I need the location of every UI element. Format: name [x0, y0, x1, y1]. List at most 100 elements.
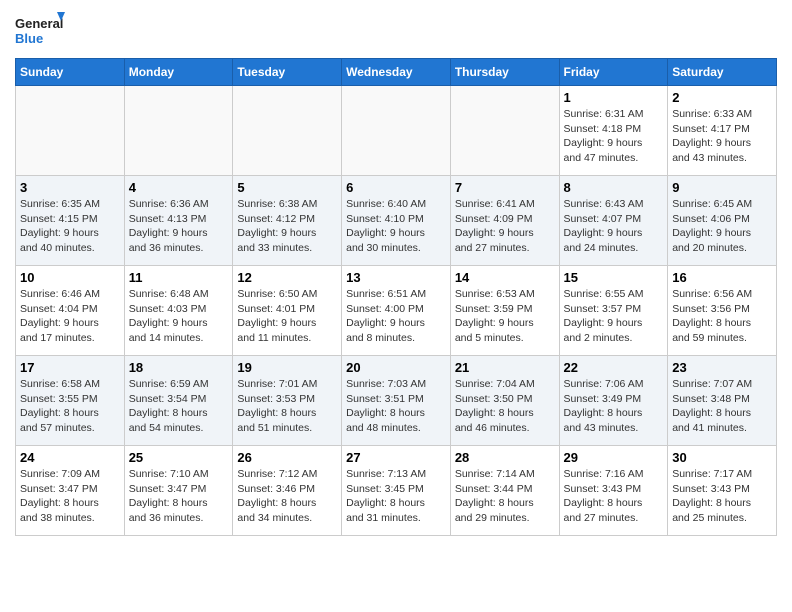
calendar-cell: 18 Sunrise: 6:59 AM Sunset: 3:54 PM Dayli… [124, 356, 233, 446]
calendar-cell: 10 Sunrise: 6:46 AM Sunset: 4:04 PM Dayli… [16, 266, 125, 356]
logo: General Blue [15, 10, 65, 50]
day-number: 6 [346, 180, 446, 195]
calendar-cell [450, 86, 559, 176]
day-number: 5 [237, 180, 337, 195]
day-number: 28 [455, 450, 555, 465]
svg-text:General: General [15, 16, 63, 31]
day-info: Sunrise: 6:48 AM Sunset: 4:03 PM Dayligh… [129, 287, 229, 346]
day-number: 9 [672, 180, 772, 195]
day-info: Sunrise: 6:40 AM Sunset: 4:10 PM Dayligh… [346, 197, 446, 256]
day-number: 30 [672, 450, 772, 465]
day-number: 16 [672, 270, 772, 285]
calendar-cell: 17 Sunrise: 6:58 AM Sunset: 3:55 PM Dayli… [16, 356, 125, 446]
calendar-cell [16, 86, 125, 176]
calendar-cell: 1Sunrise: 6:31 AM Sunset: 4:18 PM Daylig… [559, 86, 668, 176]
day-number: 21 [455, 360, 555, 375]
calendar-cell: 13 Sunrise: 6:51 AM Sunset: 4:00 PM Dayli… [342, 266, 451, 356]
day-info: Sunrise: 6:38 AM Sunset: 4:12 PM Dayligh… [237, 197, 337, 256]
day-info: Sunrise: 7:10 AM Sunset: 3:47 PM Dayligh… [129, 467, 229, 526]
calendar-cell: 5 Sunrise: 6:38 AM Sunset: 4:12 PM Daylig… [233, 176, 342, 266]
calendar-cell: 14 Sunrise: 6:53 AM Sunset: 3:59 PM Dayli… [450, 266, 559, 356]
calendar-cell: 26 Sunrise: 7:12 AM Sunset: 3:46 PM Dayli… [233, 446, 342, 536]
calendar-cell: 22 Sunrise: 7:06 AM Sunset: 3:49 PM Dayli… [559, 356, 668, 446]
day-number: 10 [20, 270, 120, 285]
week-row-2: 3 Sunrise: 6:35 AM Sunset: 4:15 PM Daylig… [16, 176, 777, 266]
calendar-cell: 27 Sunrise: 7:13 AM Sunset: 3:45 PM Dayli… [342, 446, 451, 536]
day-info: Sunrise: 6:51 AM Sunset: 4:00 PM Dayligh… [346, 287, 446, 346]
calendar-cell: 28 Sunrise: 7:14 AM Sunset: 3:44 PM Dayli… [450, 446, 559, 536]
day-number: 27 [346, 450, 446, 465]
header-friday: Friday [559, 59, 668, 86]
calendar-cell [124, 86, 233, 176]
day-info: Sunrise: 6:59 AM Sunset: 3:54 PM Dayligh… [129, 377, 229, 436]
day-info: Sunrise: 6:43 AM Sunset: 4:07 PM Dayligh… [564, 197, 664, 256]
day-info: Sunrise: 6:53 AM Sunset: 3:59 PM Dayligh… [455, 287, 555, 346]
calendar-cell: 11 Sunrise: 6:48 AM Sunset: 4:03 PM Dayli… [124, 266, 233, 356]
header-thursday: Thursday [450, 59, 559, 86]
calendar-cell: 15Sunrise: 6:55 AM Sunset: 3:57 PM Dayli… [559, 266, 668, 356]
header-monday: Monday [124, 59, 233, 86]
calendar-table: SundayMondayTuesdayWednesdayThursdayFrid… [15, 58, 777, 536]
calendar-cell [233, 86, 342, 176]
day-info: Sunrise: 6:58 AM Sunset: 3:55 PM Dayligh… [20, 377, 120, 436]
day-number: 29 [564, 450, 664, 465]
day-number: 1 [564, 90, 664, 105]
calendar-cell: 3 Sunrise: 6:35 AM Sunset: 4:15 PM Daylig… [16, 176, 125, 266]
calendar-header-row: SundayMondayTuesdayWednesdayThursdayFrid… [16, 59, 777, 86]
day-info: Sunrise: 7:03 AM Sunset: 3:51 PM Dayligh… [346, 377, 446, 436]
calendar-cell: 12Sunrise: 6:50 AM Sunset: 4:01 PM Dayli… [233, 266, 342, 356]
day-info: Sunrise: 6:36 AM Sunset: 4:13 PM Dayligh… [129, 197, 229, 256]
day-number: 25 [129, 450, 229, 465]
day-number: 11 [129, 270, 229, 285]
calendar-cell: 9 Sunrise: 6:45 AM Sunset: 4:06 PM Daylig… [668, 176, 777, 266]
calendar-cell: 23 Sunrise: 7:07 AM Sunset: 3:48 PM Dayli… [668, 356, 777, 446]
day-info: Sunrise: 7:17 AM Sunset: 3:43 PM Dayligh… [672, 467, 772, 526]
calendar-cell [342, 86, 451, 176]
day-info: Sunrise: 6:41 AM Sunset: 4:09 PM Dayligh… [455, 197, 555, 256]
week-row-1: 1Sunrise: 6:31 AM Sunset: 4:18 PM Daylig… [16, 86, 777, 176]
day-info: Sunrise: 7:12 AM Sunset: 3:46 PM Dayligh… [237, 467, 337, 526]
day-number: 20 [346, 360, 446, 375]
day-number: 22 [564, 360, 664, 375]
day-number: 19 [237, 360, 337, 375]
day-info: Sunrise: 6:56 AM Sunset: 3:56 PM Dayligh… [672, 287, 772, 346]
header-tuesday: Tuesday [233, 59, 342, 86]
day-info: Sunrise: 6:35 AM Sunset: 4:15 PM Dayligh… [20, 197, 120, 256]
calendar-cell: 24 Sunrise: 7:09 AM Sunset: 3:47 PM Dayli… [16, 446, 125, 536]
day-info: Sunrise: 7:06 AM Sunset: 3:49 PM Dayligh… [564, 377, 664, 436]
calendar-cell: 16 Sunrise: 6:56 AM Sunset: 3:56 PM Dayli… [668, 266, 777, 356]
day-info: Sunrise: 6:45 AM Sunset: 4:06 PM Dayligh… [672, 197, 772, 256]
day-number: 12 [237, 270, 337, 285]
day-info: Sunrise: 7:04 AM Sunset: 3:50 PM Dayligh… [455, 377, 555, 436]
day-info: Sunrise: 7:09 AM Sunset: 3:47 PM Dayligh… [20, 467, 120, 526]
calendar-cell: 4 Sunrise: 6:36 AM Sunset: 4:13 PM Daylig… [124, 176, 233, 266]
day-number: 26 [237, 450, 337, 465]
day-number: 24 [20, 450, 120, 465]
calendar-cell: 29Sunrise: 7:16 AM Sunset: 3:43 PM Dayli… [559, 446, 668, 536]
day-info: Sunrise: 7:13 AM Sunset: 3:45 PM Dayligh… [346, 467, 446, 526]
calendar-cell: 20 Sunrise: 7:03 AM Sunset: 3:51 PM Dayli… [342, 356, 451, 446]
day-info: Sunrise: 7:14 AM Sunset: 3:44 PM Dayligh… [455, 467, 555, 526]
week-row-3: 10 Sunrise: 6:46 AM Sunset: 4:04 PM Dayli… [16, 266, 777, 356]
calendar-cell: 30 Sunrise: 7:17 AM Sunset: 3:43 PM Dayli… [668, 446, 777, 536]
day-number: 4 [129, 180, 229, 195]
day-number: 2 [672, 90, 772, 105]
calendar-cell: 25 Sunrise: 7:10 AM Sunset: 3:47 PM Dayli… [124, 446, 233, 536]
calendar-cell: 6 Sunrise: 6:40 AM Sunset: 4:10 PM Daylig… [342, 176, 451, 266]
day-number: 18 [129, 360, 229, 375]
page-header: General Blue [15, 10, 777, 50]
day-info: Sunrise: 7:07 AM Sunset: 3:48 PM Dayligh… [672, 377, 772, 436]
day-number: 14 [455, 270, 555, 285]
calendar-cell: 19Sunrise: 7:01 AM Sunset: 3:53 PM Dayli… [233, 356, 342, 446]
day-number: 23 [672, 360, 772, 375]
header-saturday: Saturday [668, 59, 777, 86]
day-info: Sunrise: 6:46 AM Sunset: 4:04 PM Dayligh… [20, 287, 120, 346]
calendar-cell: 7Sunrise: 6:41 AM Sunset: 4:09 PM Daylig… [450, 176, 559, 266]
header-wednesday: Wednesday [342, 59, 451, 86]
day-number: 13 [346, 270, 446, 285]
day-number: 17 [20, 360, 120, 375]
svg-text:Blue: Blue [15, 31, 43, 46]
day-number: 15 [564, 270, 664, 285]
day-number: 3 [20, 180, 120, 195]
header-sunday: Sunday [16, 59, 125, 86]
